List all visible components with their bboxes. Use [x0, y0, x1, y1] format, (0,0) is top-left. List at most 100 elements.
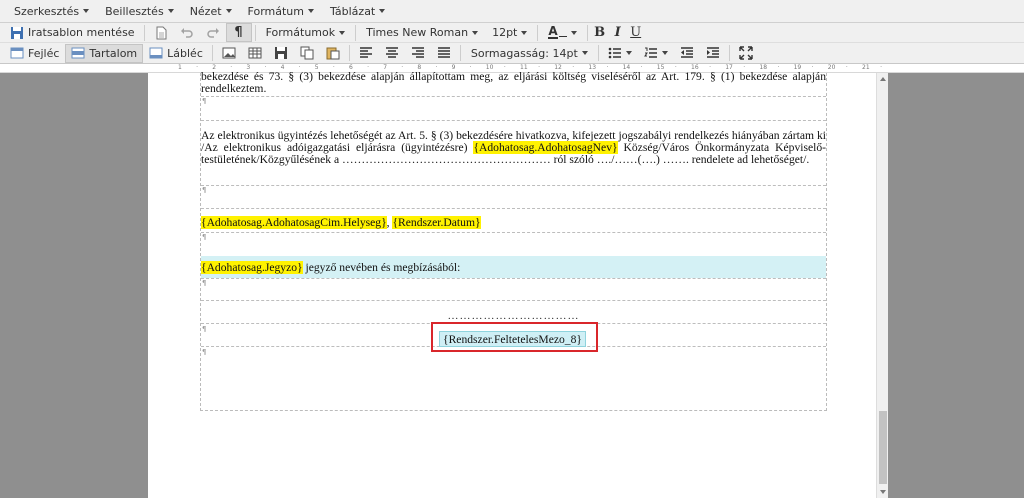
placeholder-date[interactable]: {Rendszer.Datum}	[392, 216, 481, 229]
chevron-down-icon	[521, 30, 528, 35]
underline-button[interactable]: U	[627, 23, 645, 42]
footer-button[interactable]: Lábléc	[143, 44, 209, 63]
pilcrow-icon: ¶	[234, 25, 243, 40]
separator	[348, 45, 350, 61]
paragraph-mark: ¶	[202, 233, 207, 241]
paragraph-mark: ¶	[202, 186, 207, 194]
font-color-dropdown[interactable]: A	[541, 23, 583, 42]
menu-table[interactable]: Táblázat	[322, 0, 393, 23]
paragraph-divider	[201, 208, 826, 209]
header-button[interactable]: Fejléc	[4, 44, 65, 63]
copy-button[interactable]	[294, 44, 320, 63]
separator	[459, 45, 461, 61]
color-swatch	[558, 29, 567, 37]
annotation-highlight-box	[431, 322, 598, 352]
font-family-dropdown[interactable]: Times New Roman	[359, 23, 485, 42]
placeholder-notary[interactable]: {Adohatosag.Jegyzo}	[201, 261, 303, 274]
bold-button[interactable]: B	[591, 23, 609, 42]
align-justify-button[interactable]	[431, 44, 457, 63]
ruler-tick: ·	[880, 64, 883, 71]
main-toolbar: Iratsablon mentése ¶ Formátumok Times Ne…	[0, 23, 1024, 43]
align-center-button[interactable]	[379, 44, 405, 63]
chevron-down-icon	[379, 9, 386, 13]
separator	[211, 45, 213, 61]
save-template-button[interactable]: Iratsablon mentése	[4, 23, 141, 42]
bullet-list-button[interactable]	[602, 44, 638, 63]
scroll-down-icon[interactable]	[880, 490, 886, 494]
ruler-mark: 20	[827, 64, 836, 71]
paste-button[interactable]	[320, 44, 346, 63]
line-height-dropdown[interactable]: Sormagasság: 14pt	[464, 44, 595, 63]
save-document-button[interactable]	[268, 44, 294, 63]
menubar: Szerkesztés Beillesztés Nézet Formátum T…	[0, 0, 1024, 23]
ruler-mark: 1	[178, 64, 182, 71]
ruler-mark: 21	[862, 64, 870, 71]
redo-icon	[206, 26, 220, 40]
fullscreen-icon	[739, 46, 753, 60]
bullet-list-icon	[608, 46, 622, 60]
placeholder-city[interactable]: {Adohatosag.AdohatosagCim.Helyseg}	[201, 216, 387, 229]
footer-icon	[149, 46, 163, 60]
show-paragraph-marks-button[interactable]: ¶	[225, 23, 252, 42]
italic-button[interactable]: I	[609, 23, 627, 42]
insert-table-button[interactable]	[242, 44, 268, 63]
paragraph-3[interactable]: {Adohatosag.AdohatosagCim.Helyseg}, {Ren…	[201, 216, 826, 229]
font-size-dropdown[interactable]: 12pt	[485, 23, 534, 42]
paragraph-4[interactable]: {Adohatosag.Jegyzo} jegyző nevében és me…	[201, 256, 826, 278]
paragraph-divider	[201, 120, 826, 121]
fullscreen-button[interactable]	[733, 44, 759, 63]
save-icon	[10, 26, 24, 40]
paragraph-divider	[201, 96, 826, 97]
align-left-button[interactable]	[353, 44, 379, 63]
numbered-list-button[interactable]	[638, 44, 674, 63]
paragraph-1[interactable]: bekezdése és 73. § (3) bekezdése alapján…	[201, 71, 826, 95]
align-right-icon	[411, 46, 425, 60]
menu-view[interactable]: Nézet	[182, 0, 240, 23]
indent-button[interactable]	[700, 44, 726, 63]
separator	[254, 24, 256, 41]
content-button[interactable]: Tartalom	[65, 43, 144, 63]
chevron-down-icon	[661, 51, 668, 55]
numbered-list-icon	[643, 46, 658, 60]
chevron-down-icon	[339, 30, 346, 35]
chevron-down-icon	[570, 30, 577, 35]
chevron-down-icon	[625, 51, 632, 55]
undo-icon	[180, 26, 194, 40]
formats-dropdown[interactable]: Formátumok	[259, 23, 353, 42]
scrollbar-thumb[interactable]	[879, 411, 887, 484]
outdent-button[interactable]	[674, 44, 700, 63]
align-justify-icon	[437, 46, 451, 60]
preview-button[interactable]	[148, 23, 174, 42]
redo-button[interactable]	[200, 23, 226, 42]
separator	[597, 45, 599, 61]
document-icon	[154, 26, 168, 40]
menu-format[interactable]: Formátum	[240, 0, 322, 23]
scroll-up-icon[interactable]	[880, 77, 886, 81]
ruler-tick: ·	[845, 64, 848, 71]
copy-icon	[300, 46, 314, 60]
separator	[143, 24, 145, 41]
vertical-scrollbar[interactable]	[876, 73, 888, 498]
align-right-button[interactable]	[405, 44, 431, 63]
signature-line: ……………………………	[447, 310, 580, 322]
paragraph-mark: ¶	[202, 325, 207, 333]
insert-image-button[interactable]	[216, 44, 242, 63]
separator	[586, 24, 588, 41]
outdent-icon	[680, 46, 694, 60]
font-color-icon: A	[548, 24, 558, 39]
separator	[355, 24, 357, 41]
undo-button[interactable]	[174, 23, 200, 42]
align-center-icon	[385, 46, 399, 60]
floppy-icon	[274, 46, 288, 60]
chevron-down-icon	[472, 30, 479, 35]
paragraph-2[interactable]: Az elektronikus ügyintézés lehetőségét a…	[201, 130, 826, 166]
secondary-toolbar: Fejléc Tartalom Lábléc Sormagasság: 14pt	[0, 43, 1024, 64]
chevron-down-icon	[83, 9, 90, 13]
chevron-down-icon	[225, 9, 232, 13]
ruler-tick: ·	[196, 64, 199, 71]
menu-insert[interactable]: Beillesztés	[97, 0, 182, 23]
separator	[537, 24, 539, 41]
paragraph-divider	[201, 185, 826, 186]
chevron-down-icon	[308, 9, 314, 13]
menu-edit[interactable]: Szerkesztés	[6, 0, 97, 23]
